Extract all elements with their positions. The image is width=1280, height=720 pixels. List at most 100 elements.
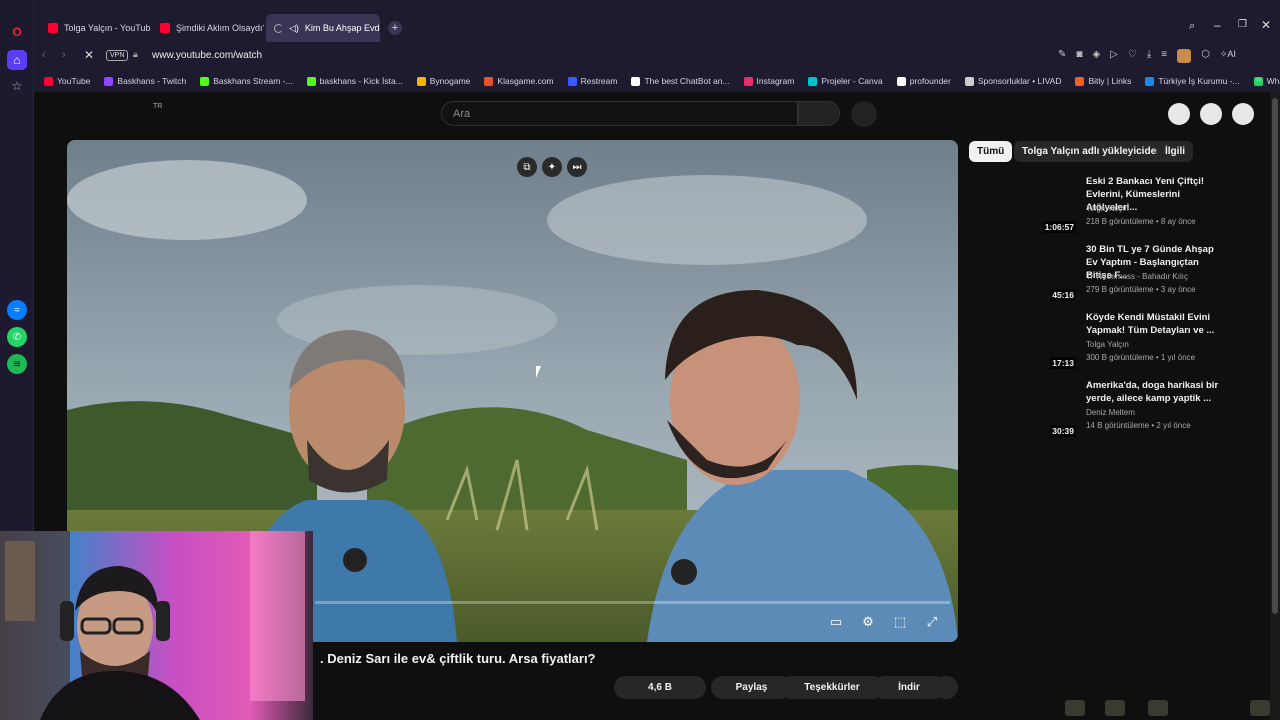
menu-icon[interactable]: ≡: [1161, 49, 1167, 63]
bookmark-label: WhatsApp: [1266, 76, 1280, 86]
bookmark-favicon-icon: [743, 76, 753, 86]
bookmark-item[interactable]: Bitly | Links: [1075, 76, 1131, 86]
lock-icon[interactable]: 🔒︎: [133, 49, 138, 60]
related-video[interactable]: 17:13 Köyde Kendi Müstakil Evini Yapmak!…: [966, 311, 1266, 375]
share-label: Paylaş: [735, 682, 768, 693]
scrollbar-thumb[interactable]: [1272, 98, 1278, 614]
progress-bar[interactable]: [315, 601, 950, 604]
opera-logo-icon[interactable]: O: [7, 22, 27, 42]
stop-loading-icon[interactable]: ✕: [84, 48, 94, 62]
bookmark-item[interactable]: Baskhans Stream -...: [200, 76, 293, 86]
maximize-button[interactable]: ❐: [1238, 19, 1247, 30]
home-icon[interactable]: ⌂: [7, 50, 27, 70]
new-tab-button[interactable]: +: [388, 21, 402, 35]
related-video[interactable]: 45:16 30 Bin TL ye 7 Günde Ahşap Ev Yapt…: [966, 243, 1266, 307]
bookmark-item[interactable]: Sponsorluklar • LIVAD: [964, 76, 1061, 86]
whatsapp-icon[interactable]: ✆: [7, 327, 27, 347]
bookmark-item[interactable]: Baskhans - Twitch: [104, 76, 186, 86]
bookmark-item[interactable]: baskhans - Kick İsta...: [306, 76, 403, 86]
taskbar-app-icon[interactable]: [1250, 700, 1270, 716]
chip-from-uploader[interactable]: Tolga Yalçın adlı yükleyiciden: [1014, 141, 1171, 162]
related-title[interactable]: Köyde Kendi Müstakil Evini Yapmak! Tüm D…: [1086, 311, 1226, 337]
miniplayer-icon[interactable]: ⧉: [517, 157, 537, 177]
bookmarks-more-icon[interactable]: »: [1256, 74, 1261, 84]
bookmark-item[interactable]: Projeler - Canva: [808, 76, 883, 86]
chip-label: Tümü: [977, 146, 1005, 157]
bookmark-item[interactable]: Türkiye İş Kurumu -...: [1145, 76, 1240, 86]
bookmark-item[interactable]: YouTube: [44, 76, 90, 86]
forward-icon[interactable]: ›: [62, 49, 66, 61]
download-icon[interactable]: ⤓: [1147, 49, 1151, 63]
messenger-icon[interactable]: ≈: [7, 300, 27, 320]
like-button[interactable]: 4,6 B: [614, 676, 706, 699]
more-actions-button[interactable]: [933, 676, 958, 699]
bookmark-label: Bynogame: [429, 76, 471, 86]
tab-kim-bu-ahsap[interactable]: ◁) Kim Bu Ahşap Evde Ya: [266, 14, 380, 42]
related-channel[interactable]: Tr Wilderness - Bahadır Kılıç: [1086, 272, 1188, 281]
extensions-icon[interactable]: ⬡: [1201, 49, 1210, 63]
bookmark-label: baskhans - Kick İsta...: [319, 76, 403, 86]
tab-tolga-yalcin[interactable]: Tolga Yalçın - YouTube: [40, 14, 150, 42]
url-field[interactable]: www.youtube.com/watch: [152, 50, 262, 61]
bookmark-item[interactable]: profounder: [896, 76, 951, 86]
bookmark-label: Klasgame.com: [497, 76, 554, 86]
edit-icon[interactable]: ✎: [1058, 49, 1066, 63]
bookmark-favicon-icon: [631, 76, 641, 86]
skip-icon[interactable]: ⏭: [567, 157, 587, 177]
account-avatar[interactable]: [1232, 103, 1254, 125]
back-icon[interactable]: ‹: [42, 49, 46, 61]
bookmark-item[interactable]: Restream: [567, 76, 618, 86]
bookmark-label: Projeler - Canva: [821, 76, 883, 86]
bookmark-favicon-icon: [1145, 76, 1155, 86]
shield-icon[interactable]: ◈: [1092, 49, 1100, 63]
tab-simdiki-aklim[interactable]: Şimdiki Aklım Olsaydı? Us: [152, 14, 264, 42]
related-video[interactable]: 30:39 Amerika'da, doga harikasi bir yerd…: [966, 379, 1266, 443]
bookmark-label: Restream: [580, 76, 618, 86]
chip-label: İlgili: [1165, 146, 1185, 157]
subtitles-icon[interactable]: ▭: [826, 613, 846, 631]
spotify-icon[interactable]: ≋: [7, 354, 27, 374]
webcam-overlay: [0, 531, 313, 720]
create-button[interactable]: [1168, 103, 1190, 125]
close-window-button[interactable]: ✕: [1261, 18, 1271, 32]
voice-search-button[interactable]: [851, 101, 877, 127]
pin-icon[interactable]: ☆: [7, 76, 27, 96]
vpn-badge[interactable]: VPN: [106, 50, 129, 61]
taskbar-app-icon[interactable]: [1148, 700, 1168, 716]
ai-summary-icon[interactable]: ✦: [542, 157, 562, 177]
fullscreen-icon[interactable]: ⤢: [922, 613, 942, 631]
camera-icon[interactable]: ◙: [1076, 49, 1082, 63]
minimize-button[interactable]: –: [1214, 18, 1221, 32]
related-channel[interactable]: Deniz Meltem: [1086, 408, 1135, 417]
related-video[interactable]: 1:06:57 Eski 2 Bankacı Yeni Çiftçi! Evle…: [966, 175, 1266, 239]
bookmark-item[interactable]: Instagram: [743, 76, 794, 86]
search-input[interactable]: Ara: [441, 101, 798, 126]
heart-icon[interactable]: ♡: [1128, 49, 1137, 63]
avatar[interactable]: [1177, 49, 1192, 63]
search-button[interactable]: [798, 101, 840, 126]
chip-all[interactable]: Tümü: [969, 141, 1013, 162]
taskbar-app-icon[interactable]: [1065, 700, 1085, 716]
thanks-button[interactable]: Teşekkürler: [780, 676, 884, 699]
related-channel[interactable]: Tolga Yalçın: [1086, 204, 1129, 213]
video-duration: 17:13: [1050, 357, 1076, 369]
ai-button[interactable]: ✧AI: [1220, 49, 1236, 63]
settings-gear-icon[interactable]: ⚙: [858, 613, 878, 631]
bookmark-item[interactable]: The best ChatBot an...: [631, 76, 730, 86]
bookmark-favicon-icon: [416, 76, 426, 86]
bookmark-item[interactable]: Klasgame.com: [484, 76, 554, 86]
related-title[interactable]: Amerika'da, doga harikasi bir yerde, ail…: [1086, 379, 1226, 405]
chip-related[interactable]: İlgili: [1157, 141, 1193, 162]
theater-mode-icon[interactable]: ⬚: [890, 613, 910, 631]
bookmark-label: YouTube: [57, 76, 91, 86]
bookmark-favicon-icon: [808, 76, 818, 86]
bookmark-item[interactable]: Bynogame: [416, 76, 471, 86]
bookmark-label: Türkiye İş Kurumu -...: [1158, 76, 1240, 86]
tab-label: Tolga Yalçın - YouTube: [64, 23, 150, 33]
taskbar-app-icon[interactable]: [1105, 700, 1125, 716]
video-title: . Deniz Sarı ile ev& çiftlik turu. Arsa …: [320, 651, 596, 666]
notifications-button[interactable]: [1200, 103, 1222, 125]
search-tabs-icon[interactable]: ⌕: [1189, 20, 1195, 33]
play-icon[interactable]: ▷: [1110, 49, 1118, 63]
related-channel[interactable]: Tolga Yalçın: [1086, 340, 1129, 349]
